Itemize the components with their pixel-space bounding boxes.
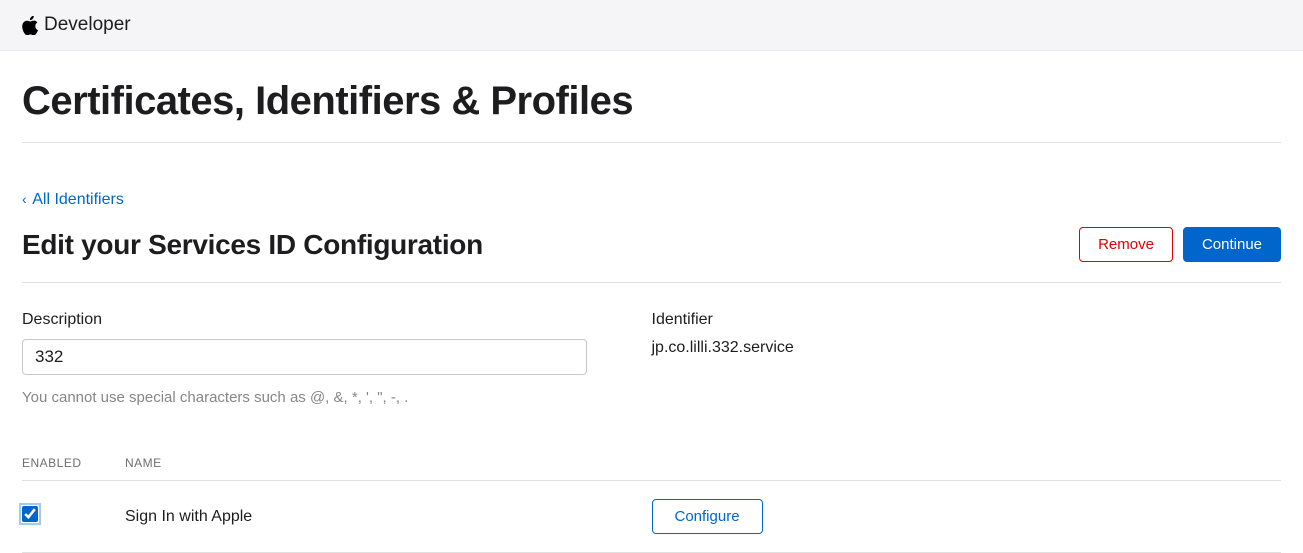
description-column: Description You cannot use special chara… [22,311,652,406]
configure-button[interactable]: Configure [652,499,763,534]
identifier-label: Identifier [652,311,1282,329]
description-help-text: You cannot use special characters such a… [22,389,652,406]
name-column-header: NAME [125,456,1281,470]
developer-home-link[interactable]: Developer [22,14,131,36]
global-header: Developer [0,0,1303,51]
main-content: Certificates, Identifiers & Profiles ‹ A… [0,51,1303,553]
description-label: Description [22,311,652,329]
subheader-title: Edit your Services ID Configuration [22,229,483,261]
page-title: Certificates, Identifiers & Profiles [22,51,1281,143]
chevron-left-icon: ‹ [22,191,27,207]
form-section: Description You cannot use special chara… [22,283,1281,406]
enabled-cell [22,506,125,527]
remove-button[interactable]: Remove [1079,227,1173,262]
subheader-row: Edit your Services ID Configuration Remo… [22,227,1281,283]
enabled-column-header: ENABLED [22,456,125,470]
table-row: Sign In with Apple Configure [22,481,1281,553]
capabilities-header-row: ENABLED NAME [22,456,1281,481]
capability-action-cell: Configure [652,499,1282,534]
capabilities-table: ENABLED NAME Sign In with Apple Configur… [22,456,1281,553]
capability-name-cell: Sign In with Apple [125,508,652,526]
back-link-text: All Identifiers [32,191,124,208]
capability-enabled-checkbox[interactable] [22,506,38,522]
brand-text: Developer [44,14,131,36]
back-to-identifiers-link[interactable]: ‹ All Identifiers [22,191,124,209]
identifier-value: jp.co.lilli.332.service [652,339,1282,357]
continue-button[interactable]: Continue [1183,227,1281,262]
description-input[interactable] [22,339,587,375]
identifier-column: Identifier jp.co.lilli.332.service [652,311,1282,406]
action-buttons: Remove Continue [1079,227,1281,262]
apple-logo-icon [22,16,38,35]
